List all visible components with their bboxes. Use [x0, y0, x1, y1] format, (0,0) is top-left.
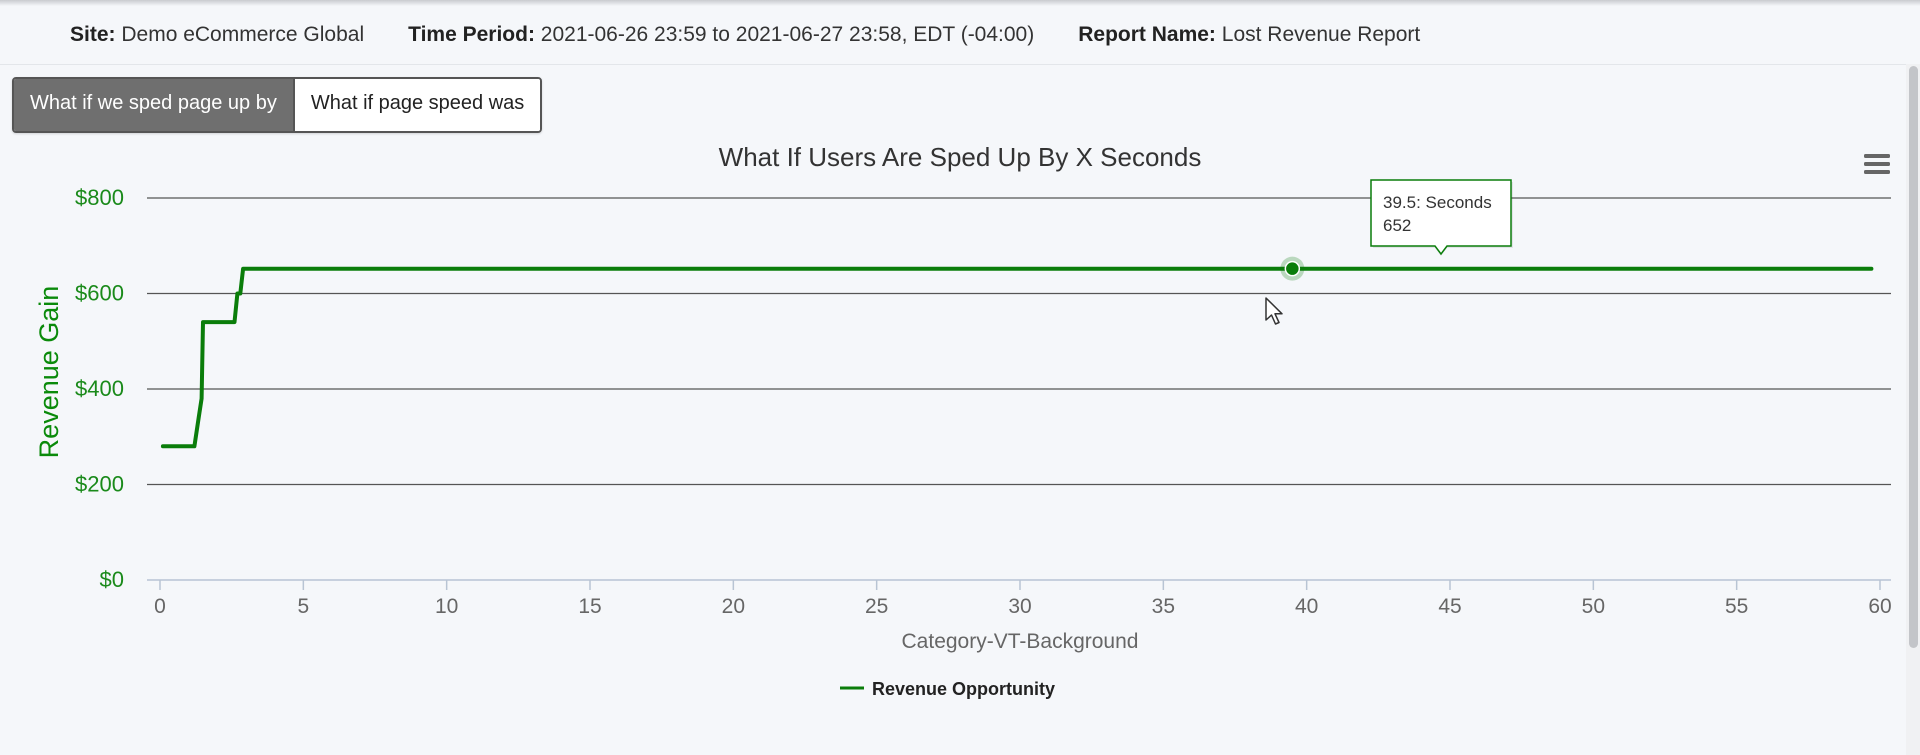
x-axis-label: Category-VT-Background: [902, 630, 1139, 653]
x-tick-label: 20: [722, 595, 745, 618]
axes: $0 $200 $400 $600 $800 0 5 10 15 20 25 30 35 40 45 50 55…: [75, 185, 1892, 618]
y-tick-label: $600: [75, 281, 124, 306]
x-tick-label: 5: [297, 595, 309, 618]
legend-label: Revenue Opportunity: [872, 679, 1055, 699]
tooltip: 39.5: Seconds 652: [1280, 179, 1513, 281]
y-tick-label: $800: [75, 185, 124, 210]
revenue-chart: $0 $200 $400 $600 $800 0 5 10 15 20 25 30 35 40 45 50 55…: [34, 142, 1892, 699]
chart-title: What If Users Are Sped Up By X Seconds: [719, 142, 1202, 172]
x-tick-label: 45: [1438, 595, 1461, 618]
tooltip-line-1: 39.5: Seconds: [1383, 193, 1492, 212]
mouse-cursor-icon: [1265, 297, 1283, 325]
hover-point: [1284, 260, 1301, 277]
y-tick-label: $200: [75, 472, 124, 497]
x-tick-label: 10: [435, 595, 458, 618]
y-axis-label: Revenue Gain: [34, 286, 64, 459]
x-tick-label: 0: [154, 595, 166, 618]
tooltip-line-2: 652: [1383, 216, 1411, 235]
series-line-revenue-opportunity: [160, 266, 1874, 449]
scrollbar-thumb[interactable]: [1909, 66, 1918, 648]
x-tick-label: 30: [1008, 595, 1031, 618]
x-tick-label: 15: [578, 595, 601, 618]
series-layer: [160, 266, 1874, 449]
y-tick-label: $0: [100, 567, 124, 592]
x-tick-label: 50: [1582, 595, 1605, 618]
y-tick-label: $400: [75, 376, 124, 401]
hamburger-menu-icon[interactable]: [1864, 154, 1890, 174]
legend[interactable]: Revenue Opportunity: [840, 679, 1055, 699]
grid-lines: [147, 197, 1891, 486]
x-tick-label: 60: [1868, 595, 1891, 618]
x-tick-label: 40: [1295, 595, 1318, 618]
x-tick-label: 25: [865, 595, 888, 618]
x-tick-label: 55: [1725, 595, 1748, 618]
x-tick-label: 35: [1152, 595, 1175, 618]
